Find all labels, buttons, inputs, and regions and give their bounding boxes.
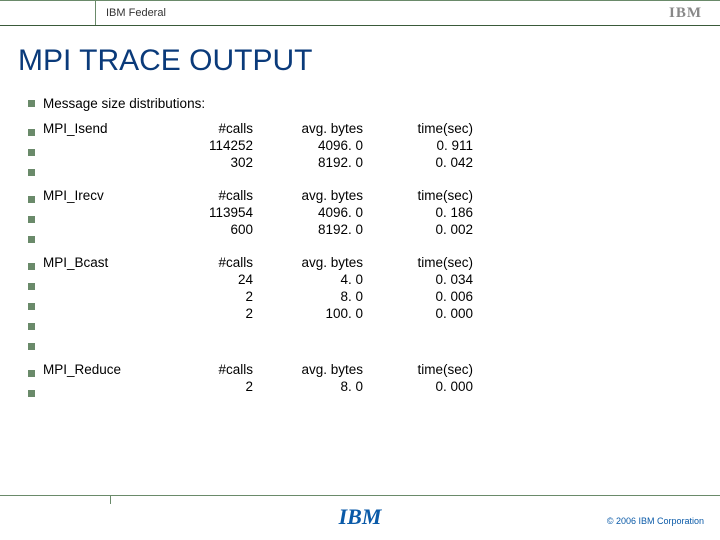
bullet-column [28,362,43,397]
mpi-function-name: MPI_Irecv [43,188,183,243]
ibm-logo-icon: IBM [669,5,702,22]
bytes-column: avg. bytes 4096. 0 8192. 0 [253,121,363,176]
mpi-block: MPI_Bcast#calls 24 2 2avg. bytes 4. 0 8.… [28,255,692,350]
section-label-text: Message size distributions: [43,96,205,111]
bullet-icon [28,343,35,350]
header-division: IBM Federal [106,7,166,19]
header-bar: IBM Federal IBM [0,0,720,26]
bullet-icon [28,303,35,310]
time-column: time(sec) 0. 000 [363,362,473,397]
bullet-icon [28,323,35,330]
bullet-column [28,121,43,176]
calls-column: #calls 113954 600 [183,188,253,243]
bullet-column [28,255,43,350]
bullet-icon [28,236,35,243]
bytes-column: avg. bytes 4. 0 8. 0 100. 0 [253,255,363,350]
copyright-text: © 2006 IBM Corporation [607,516,704,526]
mpi-block: MPI_Irecv#calls 113954 600avg. bytes 409… [28,188,692,243]
bullet-icon [28,169,35,176]
page-title: MPI TRACE OUTPUT [18,44,702,78]
time-column: time(sec) 0. 186 0. 002 [363,188,473,243]
mpi-block: MPI_Reduce#calls 2avg. bytes 8. 0time(se… [28,362,692,397]
bullet-icon [28,283,35,290]
mpi-columns: #calls 24 2 2avg. bytes 4. 0 8. 0 100. 0… [183,255,473,350]
bullet-icon [28,196,35,203]
calls-column: #calls 24 2 2 [183,255,253,350]
mpi-columns: #calls 113954 600avg. bytes 4096. 0 8192… [183,188,473,243]
mpi-block: MPI_Isend#calls 114252 302avg. bytes 409… [28,121,692,176]
bullet-column [28,188,43,243]
time-column: time(sec) 0. 911 0. 042 [363,121,473,176]
bullet-icon [28,390,35,397]
header-tick-left [95,1,96,25]
mpi-columns: #calls 114252 302avg. bytes 4096. 0 8192… [183,121,473,176]
bullet-icon [28,216,35,223]
footer-rule [0,495,720,504]
mpi-function-name: MPI_Bcast [43,255,183,350]
bytes-column: avg. bytes 4096. 0 8192. 0 [253,188,363,243]
footer-tick [110,496,111,504]
section-heading: Message size distributions: [28,96,692,111]
time-column: time(sec) 0. 034 0. 006 0. 000 [363,255,473,350]
bullet-icon [28,100,35,107]
mpi-function-name: MPI_Reduce [43,362,183,397]
bullet-icon [28,149,35,156]
calls-column: #calls 2 [183,362,253,397]
calls-column: #calls 114252 302 [183,121,253,176]
bullet-icon [28,263,35,270]
content-area: Message size distributions: MPI_Isend#ca… [28,96,692,397]
bullet-icon [28,370,35,377]
mpi-function-name: MPI_Isend [43,121,183,176]
bytes-column: avg. bytes 8. 0 [253,362,363,397]
bullet-icon [28,129,35,136]
mpi-columns: #calls 2avg. bytes 8. 0time(sec) 0. 000 [183,362,473,397]
